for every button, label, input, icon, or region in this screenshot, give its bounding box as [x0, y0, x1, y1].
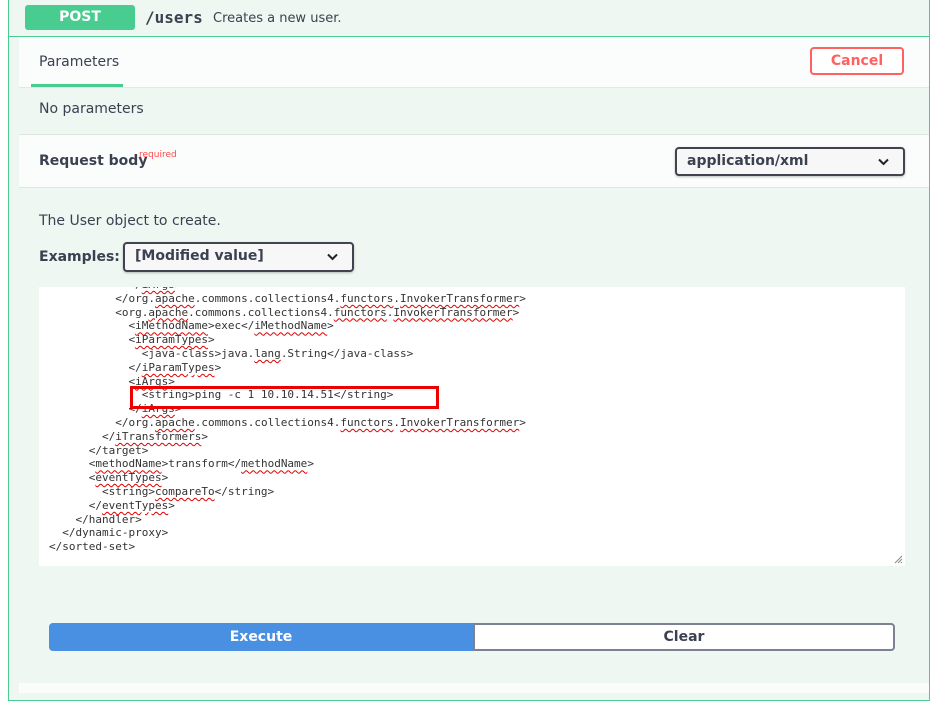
code-line: </org.apache.commons.collections4.functo… [49, 291, 526, 305]
code-line: <eventTypes> [49, 471, 169, 485]
code-line: <iMethodName>exec</iMethodName> [49, 319, 334, 333]
code-line: <org.apache.commons.collections4.functor… [49, 305, 520, 319]
code-line: <iParamTypes> [49, 333, 215, 347]
code-line: </iTransformers> [49, 429, 208, 443]
parameters-tabbar: Parameters Cancel [19, 37, 929, 88]
operation-summary: Creates a new user. [213, 11, 342, 26]
execute-button[interactable]: Execute [49, 623, 473, 651]
examples-value: [Modified value] [135, 248, 264, 264]
chevron-down-icon [327, 253, 338, 261]
operation-block: POST /users Creates a new user. Paramete… [8, 0, 930, 701]
code-line: <methodName>transform</methodName> [49, 457, 314, 471]
cancel-button[interactable]: Cancel [810, 47, 904, 75]
resize-handle-icon[interactable] [893, 554, 903, 564]
chevron-down-icon [878, 158, 889, 166]
examples-select[interactable]: [Modified value] [123, 242, 354, 272]
request-body-header: Request body required application/xml [19, 134, 929, 188]
responses-section-edge [19, 683, 929, 693]
code-line: </handler> [49, 512, 142, 526]
tab-parameters[interactable]: Parameters [39, 54, 119, 70]
code-line: </org.apache.commons.collections4.functo… [49, 415, 526, 429]
code-line: </dynamic-proxy> [49, 526, 169, 540]
request-body-title: Request body [39, 153, 148, 169]
code-line: </sorted-set> [49, 540, 136, 554]
required-label: required [139, 150, 177, 160]
code-line: </eventTypes> [49, 498, 175, 512]
request-body-description: The User object to create. [39, 213, 221, 229]
code-line: <string>compareTo</string> [49, 484, 275, 498]
code-line: </target> [49, 443, 149, 457]
operation-header[interactable]: POST /users Creates a new user. [9, 0, 929, 37]
method-badge: POST [25, 5, 135, 30]
code-line: </iParamTypes> [49, 360, 222, 374]
examples-label: Examples: [39, 249, 120, 265]
active-tab-indicator [31, 84, 123, 87]
request-body-editor[interactable]: </iArgs> </org.apache.commons.collection… [39, 287, 905, 566]
operation-path: /users [145, 8, 203, 27]
content-type-value: application/xml [687, 153, 809, 169]
code-line: <java-class>java.lang.String</java-class… [49, 346, 414, 360]
code-text: </iArgs> </org.apache.commons.collection… [49, 287, 526, 554]
content-type-select[interactable]: application/xml [675, 147, 905, 176]
no-parameters-text: No parameters [39, 101, 144, 117]
clear-button[interactable]: Clear [473, 623, 895, 651]
highlight-box [130, 386, 439, 409]
